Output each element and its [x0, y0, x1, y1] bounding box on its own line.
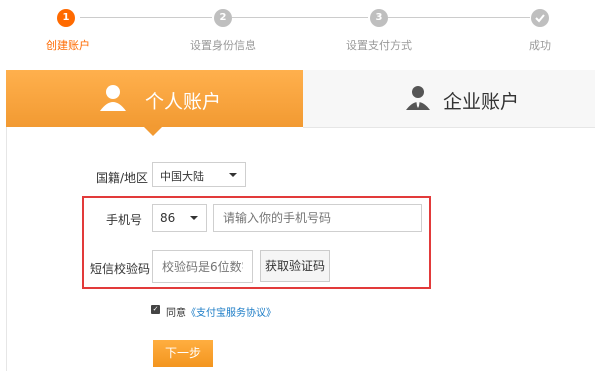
step-4-label: 成功 — [529, 39, 551, 52]
sms-code-input[interactable] — [152, 250, 253, 283]
agreement-link[interactable]: 《支付宝服务协议》 — [186, 308, 276, 319]
tab-personal-label: 个人账户 — [145, 91, 222, 113]
step-connector — [388, 17, 530, 18]
step-1-label: 创建账户 — [46, 39, 90, 52]
chevron-down-icon — [190, 216, 198, 220]
phone-label: 手机号 — [106, 213, 143, 227]
step-3-label: 设置支付方式 — [346, 39, 412, 52]
nationality-select[interactable]: 中国大陆 — [152, 162, 246, 187]
agreement-checkbox[interactable]: ✓ — [151, 305, 160, 314]
step-3-circle: 3 — [370, 9, 388, 27]
step-2-label: 设置身份信息 — [190, 39, 256, 52]
business-person-icon — [404, 84, 432, 116]
person-icon — [98, 83, 128, 117]
get-code-button[interactable]: 获取验证码 — [260, 250, 330, 282]
tab-enterprise-account[interactable]: 企业账户 — [303, 70, 595, 128]
step-1-circle: 1 — [57, 9, 75, 27]
country-code-select[interactable]: 86 — [152, 204, 207, 232]
country-code-value: 86 — [160, 211, 176, 225]
tab-enterprise-label: 企业账户 — [443, 91, 520, 113]
sms-code-label: 短信校验码 — [90, 262, 151, 276]
tab-personal-account[interactable]: 个人账户 — [6, 70, 303, 127]
checkmark-icon — [531, 9, 549, 27]
step-2-circle: 2 — [214, 9, 232, 27]
nationality-value: 中国大陆 — [160, 170, 204, 183]
tab-selected-arrow — [144, 127, 162, 136]
step-connector — [232, 17, 368, 18]
agreement-text: 同意《支付宝服务协议》 — [166, 304, 276, 319]
progress-steps: 1 创建账户 2 设置身份信息 3 设置支付方式 成功 — [0, 0, 595, 60]
phone-input[interactable] — [213, 204, 422, 232]
step-connector — [80, 17, 212, 18]
nationality-label: 国籍/地区 — [96, 171, 149, 185]
next-button[interactable]: 下一步 — [153, 340, 213, 367]
agreement-prefix: 同意 — [166, 308, 186, 319]
chevron-down-icon — [229, 173, 237, 177]
